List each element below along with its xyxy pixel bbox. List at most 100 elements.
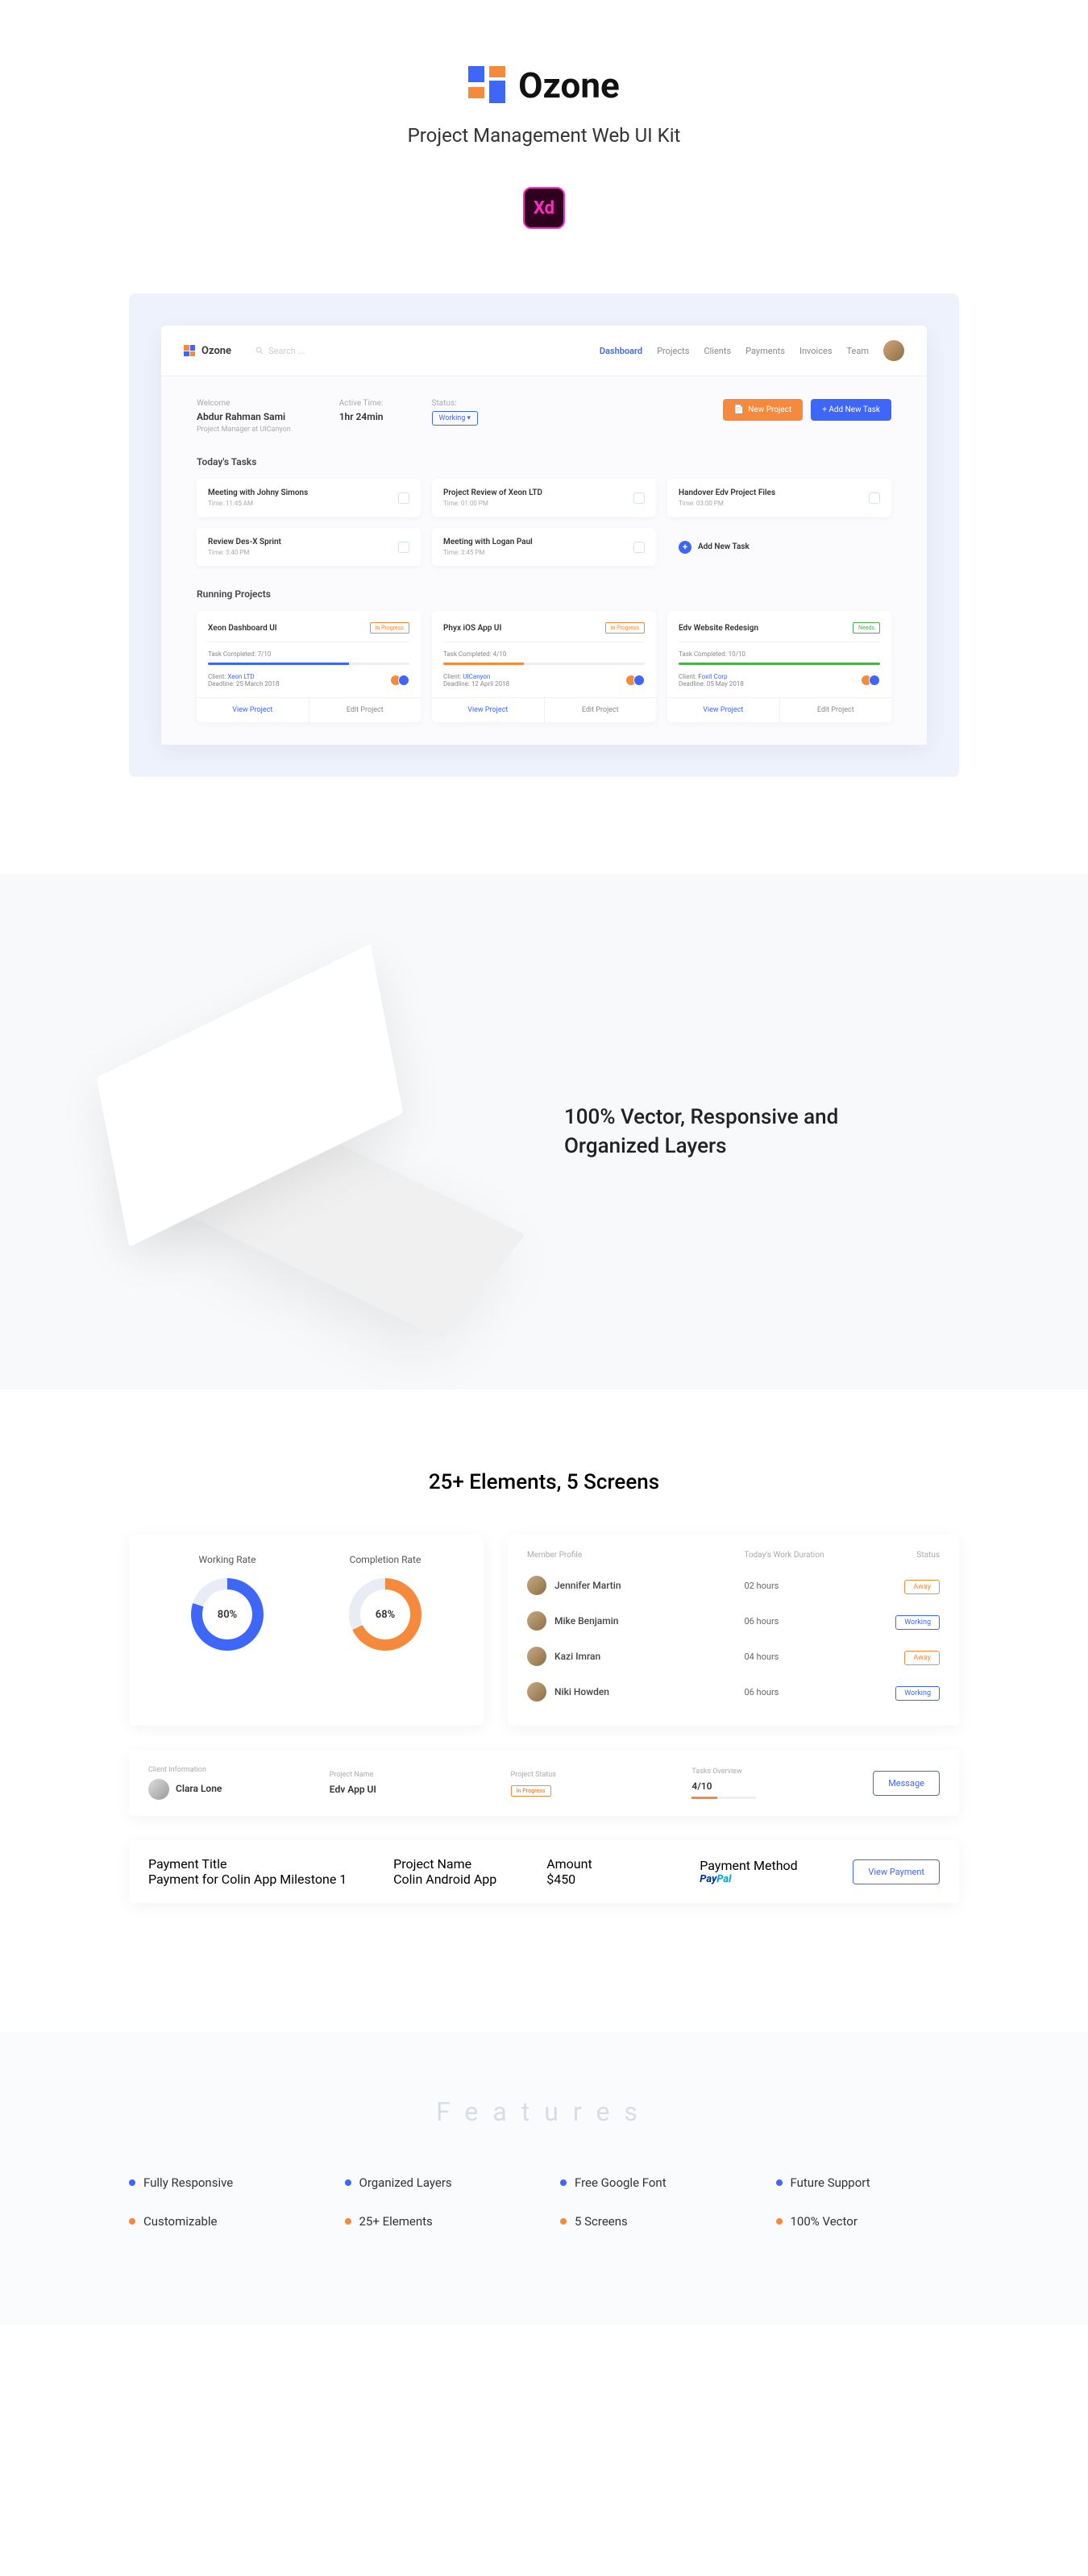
project-name: Phyx iOS App UI — [443, 624, 501, 633]
features-section: Features Fully Responsive Organized Layer… — [0, 2032, 1088, 2325]
nav-projects[interactable]: Projects — [657, 346, 689, 356]
nav-payments[interactable]: Payments — [745, 346, 785, 356]
payment-method-label: Payment Method — [700, 1858, 853, 1873]
member-name: Kazi Imran — [554, 1651, 600, 1662]
member-duration: 06 hours — [744, 1687, 874, 1697]
add-task-inline[interactable]: +Add New Task — [667, 528, 891, 566]
nav-team[interactable]: Team — [847, 346, 870, 356]
task-card[interactable]: Meeting with Logan PaulTime: 3:45 PM — [432, 528, 656, 566]
main-nav: Dashboard Projects Clients Payments Invoices… — [600, 346, 869, 356]
status-dropdown[interactable]: Working ▾ — [432, 411, 479, 426]
pay-project-label: Project Name — [393, 1856, 546, 1872]
task-card[interactable]: Review Des-X SprintTime: 3:40 PM — [197, 528, 421, 566]
project-progress — [443, 663, 645, 665]
features-title: Features — [129, 2096, 959, 2127]
welcome-label: Welcome — [197, 399, 291, 408]
message-button[interactable]: Message — [873, 1771, 940, 1796]
team-avatars[interactable] — [864, 675, 880, 686]
task-card[interactable]: Project Review of Xeon LTDTime: 01:00 PM — [432, 479, 656, 517]
feature-item: Organized Layers — [345, 2175, 529, 2190]
client-info-card: Client Information Clara Lone Project Na… — [129, 1750, 959, 1816]
th-member: Member Profile — [527, 1551, 744, 1560]
bullet-icon — [345, 2179, 351, 2186]
member-avatar — [527, 1611, 546, 1631]
welcome-name: Abdur Rahman Sami — [197, 411, 291, 422]
dashboard-brand[interactable]: Ozone — [184, 345, 231, 357]
client-name: Clara Lone — [148, 1779, 330, 1800]
project-status-badge: In Progress — [370, 622, 409, 634]
amount-value: $450 — [546, 1872, 700, 1887]
edit-project-link[interactable]: Edit Project — [545, 698, 657, 722]
edit-project-link[interactable]: Edit Project — [780, 698, 892, 722]
task-checkbox[interactable] — [398, 542, 409, 553]
bullet-icon — [560, 2218, 567, 2225]
feature-text: 5 Screens — [575, 2214, 628, 2229]
task-title: Review Des-X Sprint — [208, 538, 281, 546]
new-project-button[interactable]: 📄New Project — [723, 399, 803, 421]
team-avatars[interactable] — [393, 675, 409, 686]
client-link[interactable]: UICanyon — [463, 673, 490, 680]
ozone-logo-icon — [468, 66, 507, 105]
hero-subtitle: Project Management Web UI Kit — [0, 124, 1088, 147]
nav-dashboard[interactable]: Dashboard — [600, 346, 642, 356]
task-card[interactable]: Handover Edv Project FilesTime: 03:00 PM — [667, 479, 891, 517]
payment-title-label: Payment Title — [148, 1856, 393, 1872]
bullet-icon — [129, 2179, 135, 2186]
user-avatar[interactable] — [883, 340, 904, 361]
bullet-icon — [129, 2218, 135, 2225]
feature-item: Fully Responsive — [129, 2175, 313, 2190]
member-duration: 06 hours — [744, 1616, 874, 1627]
search-input[interactable]: Search ... — [255, 346, 305, 356]
projects-grid: Xeon Dashboard UIIn Progress Task Comple… — [197, 611, 891, 722]
task-checkbox[interactable] — [398, 492, 409, 504]
team-avatars[interactable] — [629, 675, 645, 686]
vector-section: 100% Vector, Responsive and Organized La… — [0, 874, 1088, 1390]
task-time: Time: 01:00 PM — [443, 500, 542, 507]
file-icon: 📄 — [734, 405, 744, 414]
member-duration: 02 hours — [744, 1581, 874, 1591]
tasks-progress-bar — [691, 1797, 756, 1799]
task-time: Time: 11:45 AM — [208, 500, 308, 507]
member-status-badge: Working — [895, 1686, 940, 1701]
task-checkbox[interactable] — [633, 542, 645, 553]
view-project-link[interactable]: View Project — [432, 698, 545, 722]
feature-text: 100% Vector — [791, 2214, 858, 2229]
hero-logo: Ozone — [468, 64, 620, 106]
view-payment-button[interactable]: View Payment — [853, 1859, 940, 1884]
client-avatar-icon — [148, 1779, 169, 1800]
hero: Ozone Project Management Web UI Kit Xd — [0, 0, 1088, 261]
working-rate-value: 80% — [218, 1609, 237, 1621]
task-checkbox[interactable] — [869, 492, 880, 504]
pay-project-value: Colin Android App — [393, 1872, 546, 1887]
feature-text: 25+ Elements — [359, 2214, 433, 2229]
view-project-link[interactable]: View Project — [197, 698, 309, 722]
view-project-link[interactable]: View Project — [667, 698, 780, 722]
edit-project-link[interactable]: Edit Project — [309, 698, 421, 722]
task-checkbox[interactable] — [633, 492, 645, 504]
project-status-label: Project Status — [511, 1771, 692, 1779]
bullet-icon — [776, 2179, 783, 2186]
vector-section-text: 100% Vector, Responsive and Organized La… — [564, 1103, 870, 1161]
th-duration: Today's Work Duration — [744, 1551, 874, 1560]
feature-text: Future Support — [791, 2175, 870, 2190]
xd-badge-icon: Xd — [523, 187, 565, 229]
member-avatar — [527, 1647, 546, 1666]
member-name: Mike Benjamin — [554, 1615, 618, 1627]
plus-icon: + — [679, 541, 691, 554]
search-placeholder: Search ... — [268, 346, 305, 356]
add-task-button[interactable]: + Add New Task — [811, 399, 891, 421]
bullet-icon — [776, 2218, 783, 2225]
client-link[interactable]: Foxit Corp — [698, 673, 727, 680]
completion-rate-value: 68% — [376, 1609, 395, 1621]
task-title: Handover Edv Project Files — [679, 488, 775, 497]
nav-invoices[interactable]: Invoices — [799, 346, 833, 356]
project-progress — [679, 663, 880, 665]
feature-item: Customizable — [129, 2214, 313, 2229]
nav-clients[interactable]: Clients — [704, 346, 731, 356]
feature-text: Fully Responsive — [143, 2175, 233, 2190]
task-card[interactable]: Meeting with Johny SimonsTime: 11:45 AM — [197, 479, 421, 517]
task-title: Meeting with Logan Paul — [443, 538, 533, 546]
client-link[interactable]: Xeon LTD — [227, 673, 254, 680]
project-name: Xeon Dashboard UI — [208, 624, 277, 633]
member-name: Jennifer Martin — [554, 1580, 621, 1591]
